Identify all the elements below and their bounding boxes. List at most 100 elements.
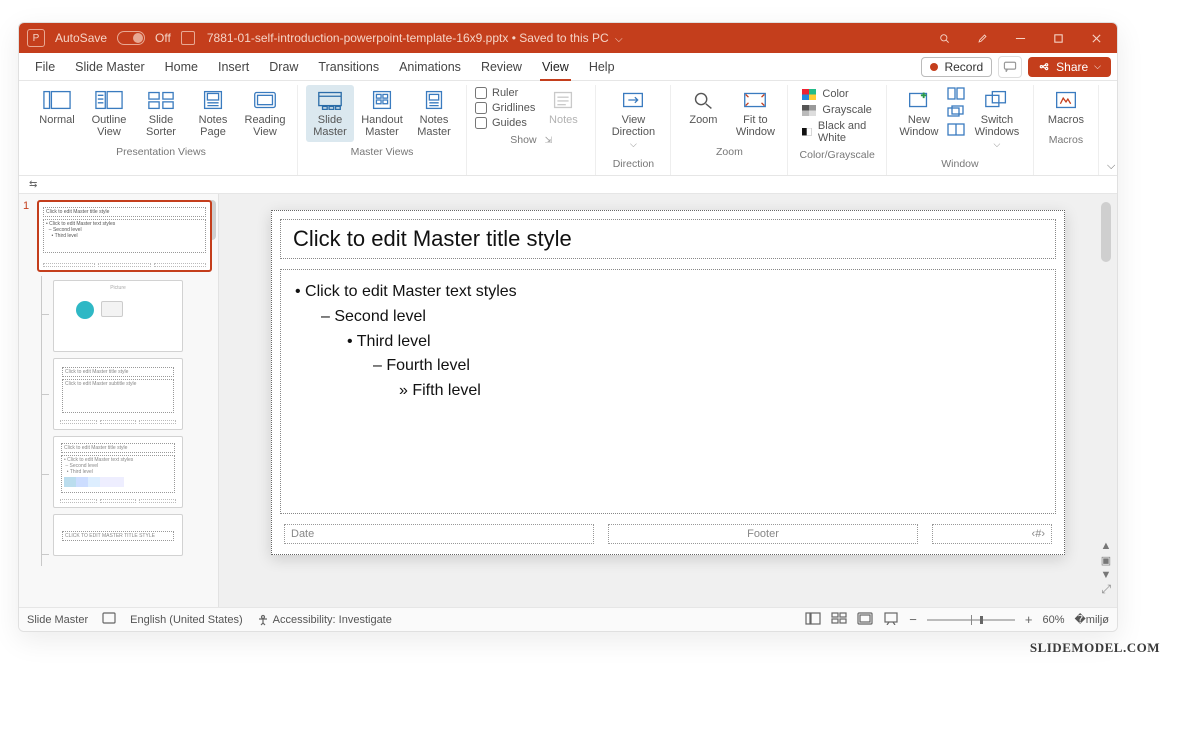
watermark: SLIDEMODEL.COM (18, 632, 1182, 656)
notes-master-button[interactable]: Notes Master (410, 85, 458, 142)
handout-master-button[interactable]: Handout Master (358, 85, 406, 142)
comments-button[interactable] (998, 56, 1022, 78)
zoom-button[interactable]: Zoom (679, 85, 727, 130)
title-bar: P AutoSave Off 7881-01-self-introduction… (19, 23, 1117, 53)
new-window-button[interactable]: New Window (895, 85, 943, 142)
gridlines-checkbox[interactable]: Gridlines (475, 102, 535, 114)
date-placeholder[interactable]: Date (284, 524, 594, 544)
minimize-button[interactable] (1007, 26, 1033, 50)
footer-placeholder[interactable]: Footer (608, 524, 918, 544)
quick-access-row: ⇆ (19, 176, 1117, 194)
status-language[interactable]: English (United States) (130, 614, 243, 626)
chevron-down-icon: ⌵ (630, 138, 637, 150)
autosave-label: AutoSave (55, 31, 107, 45)
autosave-toggle[interactable] (117, 31, 145, 45)
zoom-slider[interactable] (927, 619, 1015, 621)
cascade-button[interactable] (947, 105, 965, 121)
chevron-down-icon: ⌵ (615, 34, 623, 45)
badge-icon (76, 301, 94, 319)
menu-home[interactable]: Home (155, 53, 208, 80)
slide-master-button[interactable]: Slide Master (306, 85, 354, 142)
workspace: 1 Click to edit Master title style • Cli… (19, 194, 1117, 607)
zoom-out-button[interactable]: − (909, 612, 917, 627)
reading-view-icon[interactable] (857, 612, 873, 628)
menu-insert[interactable]: Insert (208, 53, 259, 80)
chevron-down-icon: ⌵ (1094, 61, 1101, 72)
zoom-in-button[interactable]: + (1025, 612, 1033, 627)
menu-slide-master[interactable]: Slide Master (65, 53, 154, 80)
close-button[interactable] (1083, 26, 1109, 50)
menu-file[interactable]: File (25, 53, 65, 80)
group-color-grayscale: Color Grayscale Black and White Color/Gr… (788, 85, 887, 175)
record-dot-icon (930, 63, 938, 71)
sorter-view-icon[interactable] (831, 612, 847, 628)
master-thumbnail[interactable]: 1 Click to edit Master title style • Cli… (23, 200, 212, 272)
thumbnail-panel[interactable]: 1 Click to edit Master title style • Cli… (19, 194, 219, 607)
group-show: Ruler Gridlines Guides Notes Show⇲ (467, 85, 596, 175)
status-accessibility[interactable]: Accessibility: Investigate (257, 614, 392, 626)
color-swatch-icon (802, 89, 816, 100)
group-macros: Macros Macros (1034, 85, 1099, 175)
grayscale-swatch-icon (802, 105, 816, 116)
ruler-checkbox[interactable]: Ruler (475, 87, 535, 99)
layout-thumbnail[interactable]: Click to edit Master title style • Click… (53, 436, 183, 508)
zoom-level[interactable]: 60% (1042, 614, 1064, 626)
switch-windows-button[interactable]: Switch Windows ⌵ (969, 85, 1025, 154)
notes-button[interactable]: Notes (539, 85, 587, 130)
notes-status-icon[interactable] (102, 612, 116, 627)
color-mode-button[interactable]: Color (796, 87, 878, 101)
editor-pane: Click to edit Master title style Click t… (219, 194, 1117, 607)
reading-view-button[interactable]: Reading View (241, 85, 289, 142)
menu-help[interactable]: Help (579, 53, 625, 80)
title-placeholder[interactable]: Click to edit Master title style (280, 219, 1056, 259)
notes-page-button[interactable]: Notes Page (189, 85, 237, 142)
grayscale-mode-button[interactable]: Grayscale (796, 103, 878, 117)
layout-thumbnail[interactable]: CLICK TO EDIT MASTER TITLE STYLE (53, 514, 183, 556)
save-icon[interactable] (181, 31, 195, 45)
guides-checkbox[interactable]: Guides (475, 117, 535, 129)
fit-to-window-button[interactable]: Fit to Window (731, 85, 779, 142)
menu-review[interactable]: Review (471, 53, 532, 80)
body-placeholder[interactable]: Click to edit Master text styles Second … (280, 269, 1056, 514)
menu-view[interactable]: View (532, 53, 579, 80)
normal-view-button[interactable]: Normal (33, 85, 81, 130)
slide-sorter-button[interactable]: Slide Sorter (137, 85, 185, 142)
fit-resize-icon[interactable]: ⤢ (1101, 582, 1111, 597)
move-split-button[interactable] (947, 123, 965, 139)
macros-button[interactable]: Macros (1042, 85, 1090, 130)
normal-view-icon[interactable] (805, 612, 821, 628)
view-direction-button[interactable]: View Direction ⌵ (604, 85, 662, 154)
powerpoint-window: P AutoSave Off 7881-01-self-introduction… (18, 22, 1118, 632)
record-button[interactable]: Record (921, 57, 992, 77)
slide-nav-buttons[interactable]: ▲▣▼ (1099, 540, 1113, 581)
group-direction: View Direction ⌵ Direction (596, 85, 671, 175)
chevron-down-icon: ⌵ (994, 138, 1001, 150)
ribbon: Normal Outline View Slide Sorter Notes P… (19, 81, 1117, 176)
scrollbar[interactable] (1101, 202, 1111, 262)
menu-bar: File Slide Master Home Insert Draw Trans… (19, 53, 1117, 81)
layout-thumbnail[interactable]: Click to edit Master title style Click t… (53, 358, 183, 430)
slideshow-view-icon[interactable] (883, 612, 899, 628)
fit-icon[interactable]: �miljø (1075, 613, 1110, 626)
menu-draw[interactable]: Draw (259, 53, 308, 80)
share-button[interactable]: Share⌵ (1028, 57, 1111, 77)
group-master-views: Slide Master Handout Master Notes Master… (298, 85, 467, 175)
menu-transitions[interactable]: Transitions (308, 53, 389, 80)
dialog-launcher-icon[interactable]: ⇲ (545, 135, 553, 146)
autosave-state: Off (155, 31, 171, 45)
search-icon[interactable] (931, 26, 957, 50)
arrange-all-button[interactable] (947, 87, 965, 103)
pen-icon[interactable] (969, 26, 995, 50)
layout-thumbnail[interactable]: Picture (53, 280, 183, 352)
menu-animations[interactable]: Animations (389, 53, 471, 80)
collapse-ribbon-button[interactable]: ⌵ (1099, 154, 1118, 175)
outline-view-button[interactable]: Outline View (85, 85, 133, 142)
window-title[interactable]: 7881-01-self-introduction-powerpoint-tem… (195, 31, 931, 45)
maximize-button[interactable] (1045, 26, 1071, 50)
qat-chevron-icon[interactable]: ⇆ (29, 179, 37, 190)
group-window: New Window Switch Windows ⌵ Window (887, 85, 1034, 175)
slide-master-canvas[interactable]: Click to edit Master title style Click t… (271, 210, 1065, 555)
bw-mode-button[interactable]: Black and White (796, 119, 878, 145)
slide-number-placeholder[interactable]: ‹#› (932, 524, 1052, 544)
app-icon: P (27, 29, 45, 47)
